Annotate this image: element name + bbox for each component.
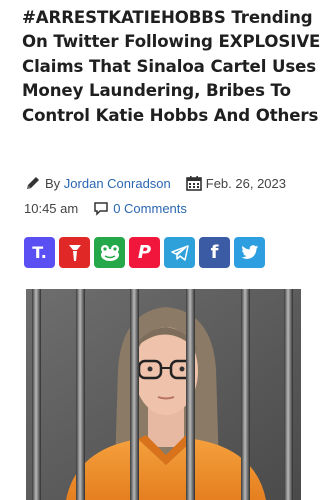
share-bar: T. P f (24, 237, 265, 268)
pencil-icon (24, 174, 42, 192)
article-title: #ARRESTKATIEHOBBS Trending On Twitter Fo… (22, 8, 321, 125)
facebook-icon: f (210, 242, 219, 263)
frog-icon (100, 244, 119, 261)
comments-link[interactable]: 0 Comments (113, 201, 187, 216)
facebook-share-button[interactable]: f (199, 237, 230, 268)
telegram-icon (170, 244, 189, 261)
publish-time: 10:45 am (24, 200, 79, 216)
parler-share-button[interactable]: P (129, 237, 160, 268)
by-label: By (45, 175, 61, 191)
parler-icon: P (137, 242, 152, 263)
article-image (26, 289, 301, 500)
publish-date: Feb. 26, 2023 (205, 175, 286, 191)
comment-icon (92, 199, 110, 217)
twitter-share-button[interactable] (234, 237, 265, 268)
article-meta: By Jordan Conradson Feb. 26, 2023 10:45 … (24, 172, 324, 219)
calendar-icon (185, 174, 203, 192)
author-link[interactable]: Jordan Conradson (64, 176, 171, 191)
telegram-share-button[interactable] (164, 237, 195, 268)
jail-photo-illustration (26, 289, 301, 500)
gettr-share-button[interactable] (59, 237, 90, 268)
twitter-icon (240, 245, 258, 259)
frog-share-button[interactable] (94, 237, 125, 268)
truth-social-share-button[interactable]: T. (24, 237, 55, 268)
gettr-icon (68, 244, 81, 261)
truth-social-icon: T. (32, 243, 47, 262)
